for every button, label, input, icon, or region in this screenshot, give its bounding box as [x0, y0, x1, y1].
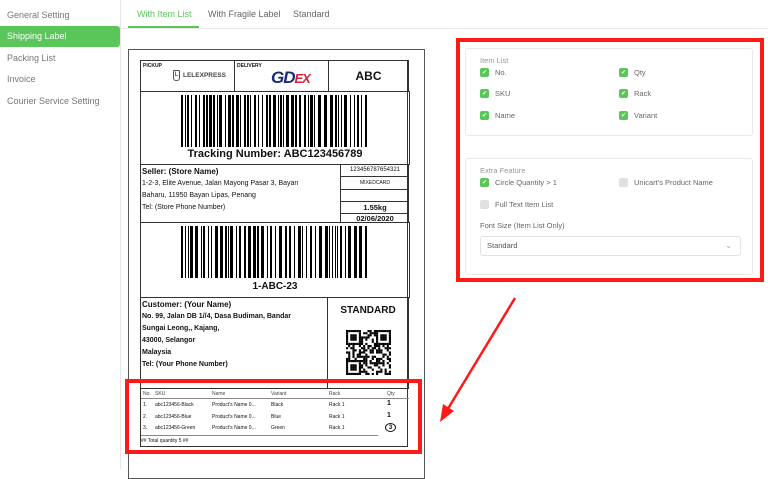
checkbox-unchecked-icon	[480, 200, 489, 209]
sidebar-item-shipping-label[interactable]: Shipping Label	[0, 26, 120, 47]
checkbox-label: SKU	[495, 89, 511, 98]
checkbox-rack[interactable]: ✔ Rack	[619, 89, 651, 98]
checkbox-checked-icon: ✔	[619, 111, 628, 120]
sort-section: 1-ABC-23	[140, 222, 410, 298]
customer-section: Customer: (Your Name) No. 99, Jalan DB 1…	[140, 297, 328, 389]
checkbox-checked-icon: ✔	[619, 68, 628, 77]
checkbox-label: Full Text Item List	[495, 200, 554, 209]
checkbox-checked-icon: ✔	[480, 89, 489, 98]
customer-title: Customer: (Your Name)	[142, 300, 232, 309]
checkbox-unicart-s-product-name[interactable]: Unicart's Product Name	[619, 178, 713, 187]
tab-with-item-list[interactable]: With Item List	[137, 9, 192, 19]
font-size-label: Font Size (Item List Only)	[480, 221, 565, 230]
font-size-value: Standard	[487, 241, 518, 250]
reference-number: 123456787654321	[341, 165, 409, 177]
customer-address-line3: 43000, Selangor	[142, 337, 196, 344]
checkbox-sku[interactable]: ✔ SKU	[480, 89, 510, 98]
checkbox-variant[interactable]: ✔ Variant	[619, 111, 657, 120]
sidebar: General Setting Shipping Label Packing L…	[0, 0, 121, 469]
tracking-barcode	[181, 95, 369, 147]
lelexpress-logo-text: LELEXPRESS	[183, 72, 226, 79]
checkbox-checked-icon: ✔	[619, 89, 628, 98]
blank-cell	[341, 190, 409, 202]
pickup-cell: PICKUP L LELEXPRESS	[140, 60, 235, 92]
highlight-box-item-list	[125, 379, 422, 454]
tab-standard[interactable]: Standard	[293, 9, 330, 19]
checkbox-circle-quantity-1[interactable]: ✔ Circle Quantity > 1	[480, 178, 557, 187]
item-list-title: Item List	[480, 56, 509, 65]
checkbox-full-text-item-list[interactable]: Full Text Item List	[480, 200, 553, 209]
checkbox-qty[interactable]: ✔ Qty	[619, 68, 646, 77]
sidebar-item-general-setting[interactable]: General Setting	[0, 5, 120, 26]
seller-section: Seller: (Store Name) 1-2-3, Elite Avenue…	[140, 164, 341, 223]
pickup-caption: PICKUP	[143, 63, 162, 69]
font-size-select[interactable]: Standard ⌄	[480, 236, 741, 256]
lelexpress-shield-icon: L	[173, 70, 180, 81]
service-type: STANDARD	[340, 305, 396, 316]
annotation-arrow	[440, 297, 517, 422]
checkbox-label: Variant	[634, 111, 658, 120]
chevron-down-icon: ⌄	[725, 241, 732, 250]
customer-country: Malaysia	[142, 349, 172, 356]
parcel-type: MIXEDCARD	[341, 177, 409, 190]
customer-address-line2: Sungai Leong,, Kajang,	[142, 325, 220, 332]
qr-code	[346, 330, 391, 375]
checkbox-label: No.	[495, 68, 507, 77]
checkbox-label: Name	[495, 111, 516, 120]
tracking-section: Tracking Number: ABC123456789	[140, 91, 410, 165]
area-code: ABC	[328, 60, 409, 92]
checkbox-label: Qty	[634, 68, 646, 77]
checkbox-unchecked-icon	[619, 178, 628, 187]
checkbox-checked-icon: ✔	[480, 178, 489, 187]
tab-with-fragile-label[interactable]: With Fragile Label	[208, 9, 281, 19]
customer-address-line1: No. 99, Jalan DB 1//4, Dasa Budiman, Ban…	[142, 313, 291, 320]
delivery-caption: DELIVERY	[237, 63, 262, 69]
item-list-card: Item List ✔ No. ✔ Qty ✔ SKU ✔ Rack ✔ Name ✔ Variant	[465, 48, 753, 136]
checkbox-checked-icon: ✔	[480, 68, 489, 77]
parcel-weight: 1.55kg	[341, 202, 409, 214]
checkbox-label: Unicart's Product Name	[634, 178, 713, 187]
sort-barcode	[181, 226, 369, 278]
extra-feature-card: Extra Feature ✔ Circle Quantity > 1 Unicar…	[465, 158, 753, 275]
seller-tel: Tel: (Store Phone Number)	[142, 204, 226, 211]
tracking-number: Tracking Number: ABC123456789	[187, 148, 363, 160]
seller-address-line1: 1-2-3, Elite Avenue, Jalan Mayong Pasar …	[142, 180, 299, 187]
seller-title: Seller: (Store Name)	[142, 167, 219, 176]
sidebar-item-packing-list[interactable]: Packing List	[0, 48, 120, 69]
checkbox-no[interactable]: ✔ No.	[480, 68, 507, 77]
sidebar-item-courier-service-setting[interactable]: Courier Service Setting	[0, 91, 120, 112]
checkbox-label: Rack	[634, 89, 652, 98]
delivery-cell: DELIVERY GDEX	[234, 60, 329, 92]
sidebar-item-invoice[interactable]: Invoice	[0, 69, 120, 90]
checkbox-checked-icon: ✔	[480, 111, 489, 120]
tab-bar: With Item List With Fragile Label Standa…	[121, 0, 768, 29]
seller-address-line2: Baharu, 11950 Bayan Lipas, Penang	[142, 192, 256, 199]
extra-feature-title: Extra Feature	[480, 166, 526, 175]
seller-side-info: 123456787654321 MIXEDCARD 1.55kg 02/06/2…	[340, 164, 409, 223]
checkbox-label: Circle Quantity > 1	[495, 178, 557, 187]
lelexpress-logo: L LELEXPRESS	[173, 70, 226, 81]
service-section: STANDARD	[327, 297, 409, 389]
sort-code: 1-ABC-23	[252, 281, 298, 292]
active-tab-indicator	[128, 26, 199, 28]
customer-tel: Tel: (Your Phone Number)	[142, 361, 228, 368]
checkbox-name[interactable]: ✔ Name	[480, 111, 515, 120]
gdex-logo: GDEX	[271, 68, 311, 87]
